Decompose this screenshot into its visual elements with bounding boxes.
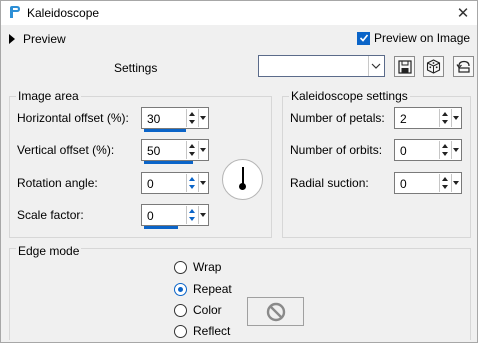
image-area-title: Image area xyxy=(16,89,81,103)
close-button[interactable]: ✕ xyxy=(453,3,473,23)
save-preset-button[interactable] xyxy=(394,56,415,77)
edge-color-swatch[interactable] xyxy=(247,297,304,326)
expand-arrow-icon xyxy=(9,34,15,44)
dropdown-arrow-icon[interactable] xyxy=(451,174,460,192)
window-title: Kaleidoscope xyxy=(27,6,100,20)
dial-knob-icon xyxy=(239,183,246,190)
edge-mode-wrap-radio[interactable]: Wrap xyxy=(174,260,221,274)
radio-unselected-icon xyxy=(174,303,187,317)
dropdown-arrow-icon[interactable] xyxy=(198,141,207,159)
spin-arrows-icon[interactable] xyxy=(186,206,198,224)
close-icon: ✕ xyxy=(456,5,470,22)
scale-factor-value: 0 xyxy=(147,209,154,223)
wrap-label: Wrap xyxy=(193,260,222,274)
kaleidoscope-dialog: Kaleidoscope ✕ Preview Preview on Image … xyxy=(0,0,478,343)
edge-mode-repeat-radio[interactable]: Repeat xyxy=(174,282,232,296)
rotation-angle-input[interactable]: 0 xyxy=(141,172,209,194)
randomize-button[interactable] xyxy=(423,56,444,77)
dropdown-arrow-icon[interactable] xyxy=(451,109,460,127)
horizontal-offset-input[interactable]: 30 xyxy=(141,107,209,132)
title-bar: Kaleidoscope ✕ xyxy=(1,1,477,25)
radio-unselected-icon xyxy=(174,260,187,274)
number-of-orbits-value: 0 xyxy=(400,144,407,158)
edge-mode-color-radio[interactable]: Color xyxy=(174,303,222,317)
settings-label: Settings xyxy=(114,61,158,75)
dropdown-arrow-icon[interactable] xyxy=(198,109,207,127)
horizontal-offset-label: Horizontal offset (%): xyxy=(17,111,129,125)
radial-suction-input[interactable]: 0 xyxy=(394,172,462,194)
preview-on-image-checkbox[interactable]: Preview on Image xyxy=(357,31,470,45)
radial-suction-value: 0 xyxy=(400,177,407,191)
reset-button[interactable] xyxy=(453,56,474,77)
scale-factor-input[interactable]: 0 xyxy=(141,204,209,229)
checkbox-checked-icon xyxy=(357,31,370,45)
kaleidoscope-settings-title: Kaleidoscope settings xyxy=(289,89,410,103)
radial-suction-label: Radial suction: xyxy=(290,176,369,190)
radio-unselected-icon xyxy=(174,324,187,338)
reset-icon xyxy=(456,60,470,73)
spin-arrows-icon[interactable] xyxy=(186,141,198,159)
color-label: Color xyxy=(193,303,222,317)
no-color-icon xyxy=(266,302,285,321)
edge-mode-title: Edge mode xyxy=(16,244,82,258)
spin-arrows-icon[interactable] xyxy=(439,141,451,159)
number-of-petals-input[interactable]: 2 xyxy=(394,107,462,129)
dropdown-arrow-icon[interactable] xyxy=(451,141,460,159)
preview-toggle[interactable]: Preview xyxy=(9,32,66,46)
randomize-icon xyxy=(426,59,441,74)
app-icon xyxy=(10,6,20,18)
spin-arrows-icon[interactable] xyxy=(186,109,198,127)
edge-mode-reflect-radio[interactable]: Reflect xyxy=(174,324,230,338)
rotation-angle-value: 0 xyxy=(147,177,154,191)
rotation-angle-dial[interactable] xyxy=(222,159,263,200)
vertical-offset-input[interactable]: 50 xyxy=(141,139,209,164)
dropdown-arrow-icon[interactable] xyxy=(198,206,207,224)
dial-needle-icon xyxy=(242,167,244,184)
rotation-angle-label: Rotation angle: xyxy=(17,176,98,190)
spin-arrows-icon[interactable] xyxy=(439,174,451,192)
repeat-label: Repeat xyxy=(193,282,232,296)
edge-mode-group: Edge mode xyxy=(9,244,471,340)
save-icon xyxy=(397,59,412,74)
number-of-petals-value: 2 xyxy=(400,112,407,126)
spin-arrows-icon[interactable] xyxy=(439,109,451,127)
preview-on-image-label: Preview on Image xyxy=(374,31,471,45)
value-slider-bar xyxy=(144,226,178,229)
number-of-petals-label: Number of petals: xyxy=(290,111,385,125)
spin-arrows-icon[interactable] xyxy=(186,174,198,192)
scale-factor-label: Scale factor: xyxy=(17,208,84,222)
value-slider-bar xyxy=(144,129,186,132)
preview-label: Preview xyxy=(23,32,66,46)
reflect-label: Reflect xyxy=(193,324,231,338)
radio-selected-icon xyxy=(174,282,187,296)
dropdown-arrow-icon[interactable] xyxy=(198,174,207,192)
settings-dropdown[interactable] xyxy=(258,55,385,77)
number-of-orbits-input[interactable]: 0 xyxy=(394,139,462,161)
vertical-offset-label: Vertical offset (%): xyxy=(17,143,115,157)
number-of-orbits-label: Number of orbits: xyxy=(290,143,383,157)
chevron-down-icon xyxy=(368,56,382,76)
value-slider-bar xyxy=(144,161,193,164)
horizontal-offset-value: 30 xyxy=(147,112,161,126)
vertical-offset-value: 50 xyxy=(147,144,161,158)
